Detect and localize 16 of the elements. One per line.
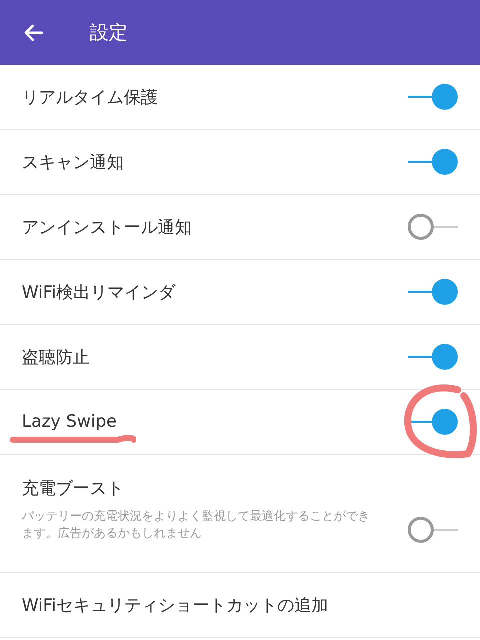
setting-label: 盗聴防止 bbox=[22, 346, 91, 368]
setting-label: 充電ブースト bbox=[22, 478, 125, 500]
toggle-switch[interactable] bbox=[408, 214, 458, 240]
toggle-switch[interactable] bbox=[408, 344, 458, 370]
setting-label: WiFi検出リマインダ bbox=[22, 282, 177, 304]
setting-label: アンインストール通知 bbox=[22, 216, 193, 238]
setting-label: リアルタイム保護 bbox=[22, 86, 159, 108]
toggle-switch[interactable] bbox=[408, 517, 458, 543]
setting-label: Lazy Swipe bbox=[22, 412, 118, 432]
setting-label: WiFiセキュリティショートカットの追加 bbox=[22, 594, 330, 616]
setting-label: スキャン通知 bbox=[22, 152, 125, 174]
toggle-switch[interactable] bbox=[408, 149, 458, 175]
screen-title: 設定 bbox=[90, 20, 128, 46]
setting-description: バッテリーの充電状況をよりよく監視して最適化することができます。広告があるかもしれません bbox=[22, 508, 371, 542]
toggle-switch[interactable] bbox=[408, 84, 458, 110]
toggle-switch[interactable] bbox=[408, 279, 458, 305]
